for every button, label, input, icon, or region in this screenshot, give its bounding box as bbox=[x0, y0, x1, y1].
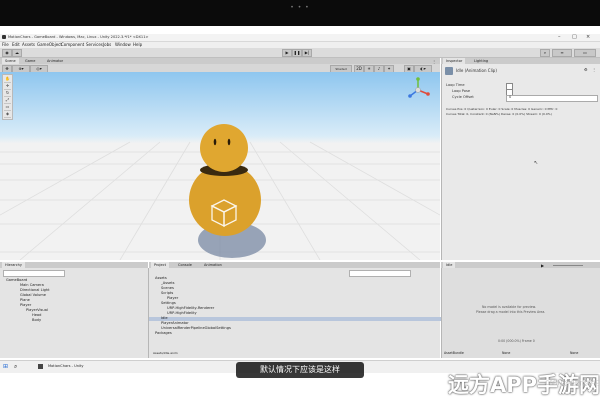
cycle-offset-label: Cycle Offset bbox=[452, 95, 474, 99]
preview-message-2: Please drag a model into this Preview Ar… bbox=[476, 310, 546, 314]
account-button[interactable]: ◉ bbox=[2, 49, 12, 57]
subtitle-caption: 默认情况下应该是这样 bbox=[236, 362, 364, 378]
layout-dropdown[interactable]: ▭ bbox=[574, 49, 596, 57]
menu-services[interactable]: Services bbox=[86, 43, 103, 47]
menu-edit[interactable]: Edit bbox=[12, 43, 20, 47]
rect-tool-icon[interactable]: ▭ bbox=[4, 104, 11, 111]
preview-status: 0:00 (000.0%) Frame 0 bbox=[498, 339, 535, 343]
rotate-tool-icon[interactable]: ↻ bbox=[4, 90, 11, 97]
inspector-title: Idle (Animation Clip) bbox=[456, 68, 497, 73]
window-title: MotionChars - GameBoard - Windows, Mac, … bbox=[8, 34, 149, 39]
menu-jobs[interactable]: Jobs bbox=[103, 43, 111, 47]
assetbundle-variant-dropdown[interactable]: None bbox=[570, 351, 578, 355]
loop-pose-label: Loop Pose bbox=[452, 89, 471, 93]
start-icon[interactable]: ⊞ bbox=[3, 363, 8, 370]
close-button[interactable]: × bbox=[586, 35, 590, 40]
inspector-panel: Idle (Animation Clip) ⚙ ⋮ Loop Time Loop… bbox=[441, 64, 600, 260]
transform-tool-icon[interactable]: ◈ bbox=[4, 111, 11, 118]
curves-info-line-2: Curves Total: 0, Constant: 0 (NaN%) Dens… bbox=[446, 112, 552, 116]
menu-help[interactable]: Help bbox=[133, 43, 142, 47]
menu-assets[interactable]: Assets bbox=[22, 43, 35, 47]
assetbundle-dropdown[interactable]: None bbox=[502, 351, 510, 355]
play-button[interactable]: ▶ bbox=[282, 49, 292, 57]
scene-render bbox=[0, 124, 440, 260]
search-icon[interactable]: ⌕ bbox=[540, 49, 550, 57]
hierarchy-panel: GameBoard Main Camera Directional Light … bbox=[0, 268, 149, 358]
character-left-eye bbox=[213, 138, 217, 146]
hierarchy-search-field[interactable] bbox=[3, 270, 65, 277]
character-head bbox=[200, 124, 248, 172]
preview-message-1: No model is available for preview. bbox=[482, 305, 536, 309]
preview-panel: No model is available for preview. Pleas… bbox=[441, 268, 600, 358]
unity-title-bar: MotionChars - GameBoard - Windows, Mac, … bbox=[0, 34, 600, 42]
project-search-field[interactable] bbox=[349, 270, 411, 277]
hierarchy-item-body[interactable]: Body bbox=[32, 318, 41, 323]
inspector-menu-icon[interactable]: ⋮ bbox=[592, 67, 596, 72]
orientation-gizmo-icon[interactable] bbox=[404, 76, 432, 104]
project-item-packages[interactable]: Packages bbox=[155, 331, 172, 336]
project-item-idle[interactable]: Idle bbox=[149, 316, 452, 321]
unity-logo-icon bbox=[2, 35, 6, 39]
maximize-button[interactable]: □ bbox=[572, 35, 577, 40]
view-tool-icon[interactable]: ✋ bbox=[4, 76, 11, 83]
curves-info-line-1: Curves Pos: 0 Quaternion: 0 Euler: 0 Sca… bbox=[446, 107, 558, 111]
csdn-watermark: CSDN @初阶的学习 bbox=[544, 380, 600, 387]
main-toolbar: ◉ ☁ ▶ ❚❚ ▶| ⌕ ≡ ▭ bbox=[0, 48, 600, 58]
menu-window[interactable]: Window bbox=[115, 43, 131, 47]
cycle-offset-input[interactable]: 0 bbox=[506, 95, 598, 102]
scene-tool-palette: ✋ ✛ ↻ ⤢ ▭ ◈ bbox=[2, 74, 13, 120]
animation-clip-icon bbox=[445, 67, 453, 75]
mouse-cursor-icon: ↖ bbox=[534, 160, 539, 166]
move-tool-icon[interactable]: ✛ bbox=[4, 83, 11, 90]
project-item-urp-highfidelity[interactable]: URP-HighFidelity bbox=[167, 311, 197, 316]
menu-file[interactable]: File bbox=[2, 43, 9, 47]
inspector-settings-icon[interactable]: ⚙ bbox=[584, 67, 588, 72]
project-footer-path: Assets/Idle.anim bbox=[153, 351, 178, 355]
scale-tool-icon[interactable]: ⤢ bbox=[4, 97, 11, 104]
menu-component[interactable]: Component bbox=[61, 43, 84, 47]
layers-dropdown[interactable]: ≡ bbox=[552, 49, 572, 57]
cloud-icon[interactable]: ☁ bbox=[12, 49, 22, 57]
taskbar-search-icon[interactable]: ⌕ bbox=[14, 363, 17, 371]
pause-button[interactable]: ❚❚ bbox=[292, 49, 302, 57]
loop-time-label: Loop Time bbox=[446, 83, 465, 87]
scene-viewport[interactable] bbox=[0, 72, 440, 260]
taskbar-app-label[interactable]: MotionChars - Unity bbox=[48, 364, 84, 369]
assetbundle-label: AssetBundle bbox=[444, 351, 464, 355]
preview-speed-slider[interactable] bbox=[553, 265, 583, 266]
top-black-bar: • • • bbox=[0, 0, 600, 26]
taskbar-app-icon[interactable] bbox=[38, 364, 43, 369]
character-right-eye bbox=[227, 138, 231, 146]
step-button[interactable]: ▶| bbox=[302, 49, 312, 57]
window-handle-dots[interactable]: • • • bbox=[0, 5, 600, 11]
project-panel: Assets _Assets Scenes Scripts Player Set… bbox=[149, 268, 452, 358]
minimize-button[interactable]: – bbox=[558, 35, 561, 40]
menu-gameobject[interactable]: GameObject bbox=[37, 43, 62, 47]
